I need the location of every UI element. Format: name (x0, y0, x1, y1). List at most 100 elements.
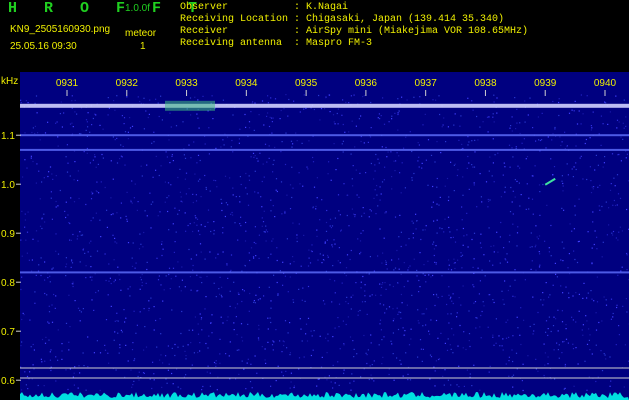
noise-pixel (430, 154, 433, 156)
noise-pixel (480, 196, 482, 198)
noise-pixel (397, 112, 399, 114)
noise-pixel (582, 324, 584, 326)
noise-pixel (212, 118, 214, 120)
noise-pixel (577, 363, 579, 365)
noise-pixel (72, 126, 74, 128)
noise-pixel (107, 294, 109, 296)
noise-pixel (168, 139, 170, 141)
noise-pixel (26, 167, 28, 169)
noise-pixel (475, 327, 477, 329)
noise-pixel (396, 152, 398, 154)
noise-pixel (569, 223, 571, 225)
noise-pixel (618, 121, 620, 123)
noise-pixel (55, 200, 57, 203)
noise-pixel (516, 108, 518, 110)
noise-pixel (388, 368, 390, 370)
noise-pixel (419, 96, 421, 98)
noise-pixel (32, 127, 34, 129)
noise-pixel (437, 337, 439, 339)
noise-pixel (617, 274, 619, 276)
noise-pixel (376, 185, 378, 187)
noise-pixel (391, 118, 393, 120)
noise-pixel (241, 300, 243, 303)
noise-pixel (612, 312, 614, 315)
noise-pixel (276, 247, 278, 249)
noise-pixel (155, 98, 157, 100)
noise-pixel (370, 210, 372, 212)
noise-pixel (380, 286, 383, 288)
noise-pixel (602, 241, 604, 243)
noise-pixel (515, 146, 517, 148)
noise-pixel (153, 131, 155, 133)
noise-pixel (76, 238, 78, 240)
noise-pixel (444, 342, 446, 344)
noise-pixel (221, 286, 223, 288)
noise-pixel (393, 160, 395, 162)
noise-pixel (611, 153, 614, 155)
noise-pixel (532, 175, 534, 177)
noise-pixel (354, 214, 356, 216)
noise-pixel (609, 189, 612, 191)
noise-pixel (138, 248, 141, 250)
noise-pixel (185, 230, 187, 232)
noise-pixel (374, 189, 376, 191)
noise-pixel (358, 196, 360, 198)
noise-pixel (289, 263, 291, 265)
noise-pixel (375, 153, 377, 156)
noise-pixel (73, 372, 75, 374)
noise-pixel (79, 309, 81, 312)
noise-pixel (616, 204, 618, 206)
noise-pixel (400, 311, 402, 314)
noise-pixel (406, 304, 408, 306)
noise-pixel (271, 344, 274, 346)
noise-pixel (379, 319, 382, 321)
noise-pixel (553, 349, 555, 351)
noise-pixel (337, 194, 340, 196)
noise-pixel (170, 184, 172, 186)
noise-pixel (245, 187, 247, 189)
noise-pixel (153, 141, 155, 143)
noise-pixel (83, 365, 85, 367)
noise-pixel (453, 190, 455, 192)
noise-pixel (270, 253, 272, 255)
noise-pixel (112, 136, 114, 138)
noise-pixel (373, 360, 375, 362)
noise-pixel (140, 243, 142, 245)
noise-pixel (235, 316, 237, 318)
noise-pixel (284, 275, 286, 277)
noise-pixel (511, 201, 513, 203)
noise-pixel (367, 349, 369, 351)
noise-pixel (441, 295, 443, 297)
noise-pixel (418, 322, 420, 324)
noise-pixel (71, 262, 74, 264)
noise-pixel (516, 232, 519, 234)
noise-pixel (446, 303, 448, 306)
noise-pixel (448, 264, 450, 266)
noise-pixel (257, 299, 259, 301)
noise-pixel (581, 329, 583, 331)
noise-pixel (436, 219, 438, 221)
noise-pixel (176, 368, 178, 370)
noise-pixel (70, 239, 72, 241)
noise-pixel (105, 319, 108, 321)
noise-pixel (194, 96, 196, 98)
noise-pixel (172, 383, 174, 385)
noise-pixel (380, 294, 382, 296)
noise-pixel (266, 115, 268, 117)
noise-pixel (194, 215, 196, 217)
noise-pixel (580, 123, 582, 125)
noise-pixel (531, 246, 533, 248)
noise-pixel (189, 97, 192, 99)
noise-pixel (467, 246, 469, 248)
noise-pixel (433, 248, 435, 250)
noise-pixel (492, 113, 494, 115)
noise-pixel (259, 298, 261, 300)
noise-pixel (458, 297, 460, 299)
noise-pixel (428, 274, 430, 276)
noise-pixel (494, 154, 496, 156)
noise-pixel (287, 115, 289, 117)
noise-pixel (282, 375, 284, 377)
noise-pixel (556, 342, 558, 344)
noise-pixel (508, 375, 510, 377)
noise-pixel (50, 349, 52, 351)
